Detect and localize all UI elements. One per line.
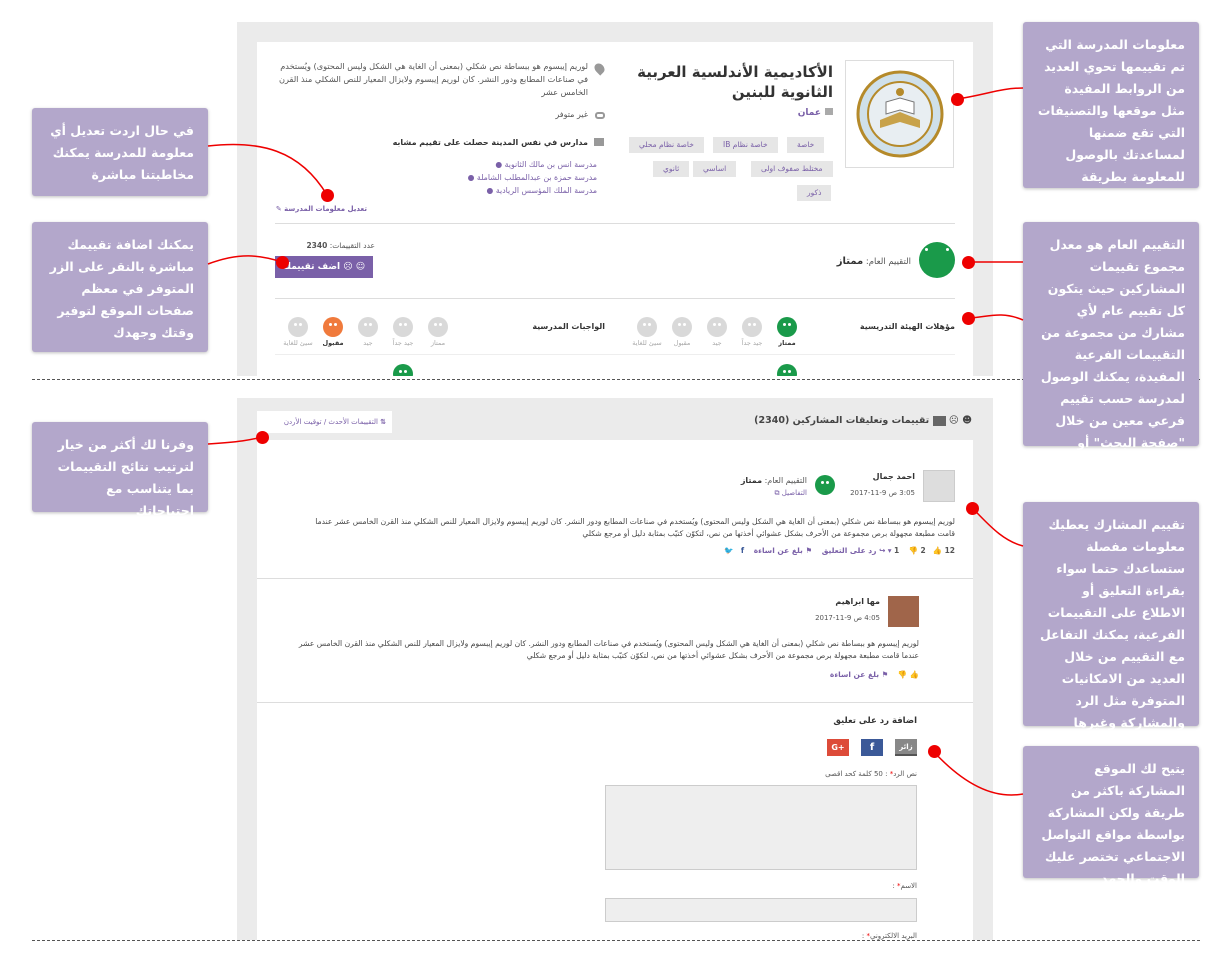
callout-marker	[321, 189, 334, 202]
callout-marker	[256, 431, 269, 444]
callout-marker	[962, 256, 975, 269]
callout-marker	[966, 502, 979, 515]
callout-marker	[928, 745, 941, 758]
callout-marker	[276, 256, 289, 269]
callout-marker	[962, 312, 975, 325]
callout-marker	[951, 93, 964, 106]
callout-connectors	[207, 87, 1024, 796]
